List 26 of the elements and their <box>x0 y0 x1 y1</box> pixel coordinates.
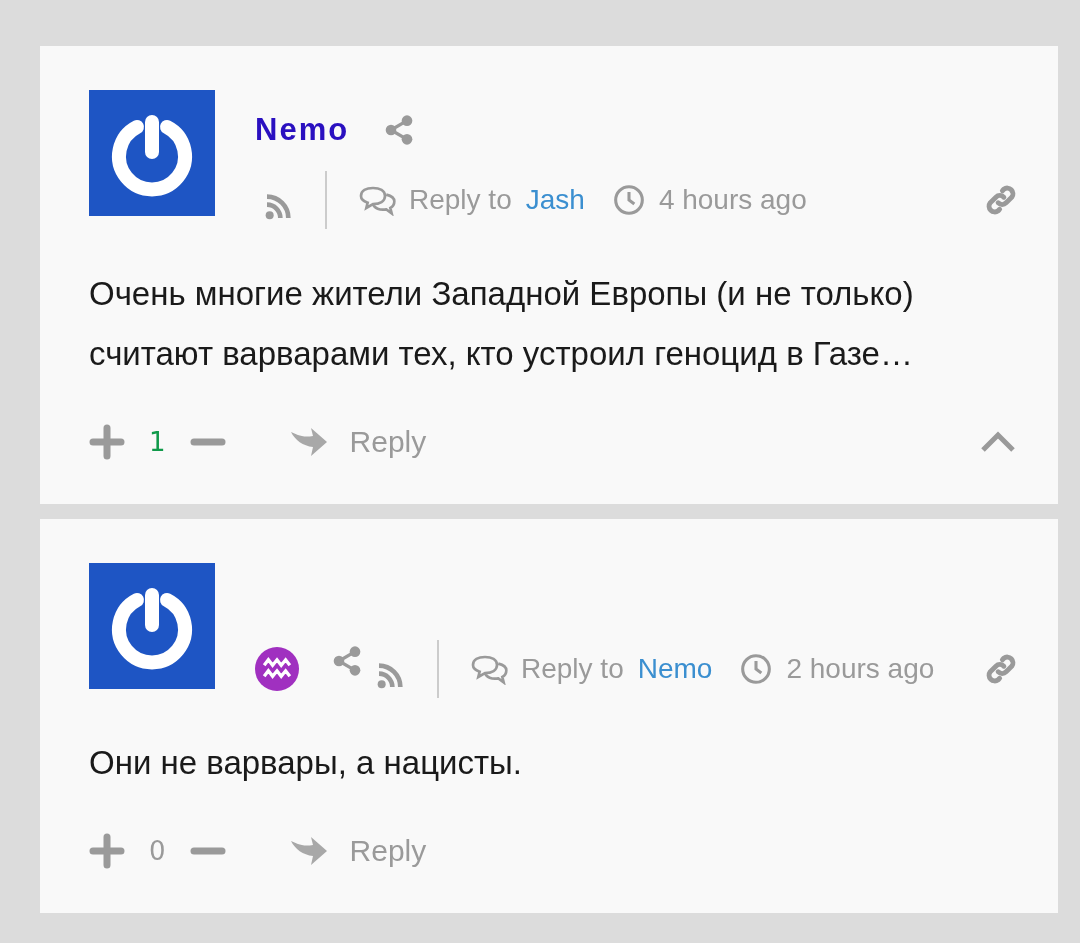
comment-text: Очень многие жители Западной Европы (и не только) считают варварами тех, кто устроил геноцид в Газе… <box>89 274 915 374</box>
vote-count: 0 <box>149 836 166 866</box>
chat-bubbles-icon <box>469 653 509 685</box>
timestamp: 4 hours ago <box>658 184 807 216</box>
reply-button[interactable]: Reply <box>287 833 427 869</box>
reply-to-link[interactable]: Jash <box>525 184 585 216</box>
comment-text: Они не варвары, а нацисты. <box>89 743 523 783</box>
link-icon[interactable] <box>984 183 1018 217</box>
collapse-caret-icon[interactable] <box>980 430 1016 454</box>
share-icon[interactable] <box>331 645 363 677</box>
author-name[interactable]: Nemo <box>255 112 350 148</box>
link-icon[interactable] <box>984 652 1018 686</box>
aquarius-badge-icon <box>255 647 299 691</box>
reply-to-label: Reply to <box>409 184 512 216</box>
clock-icon <box>612 184 645 216</box>
vote-count: 1 <box>149 427 166 457</box>
reply-button[interactable]: Reply <box>287 424 427 460</box>
reply-to-link[interactable]: Nemo <box>637 653 713 685</box>
upvote-plus-icon[interactable] <box>89 424 125 460</box>
clock-icon <box>740 653 773 685</box>
avatar-power-icon <box>89 90 215 216</box>
reply-to-label: Reply to <box>521 653 624 685</box>
avatar-power-icon <box>89 563 215 689</box>
upvote-plus-icon[interactable] <box>89 833 125 869</box>
timestamp: 2 hours ago <box>786 653 935 685</box>
chat-bubbles-icon <box>357 184 397 216</box>
